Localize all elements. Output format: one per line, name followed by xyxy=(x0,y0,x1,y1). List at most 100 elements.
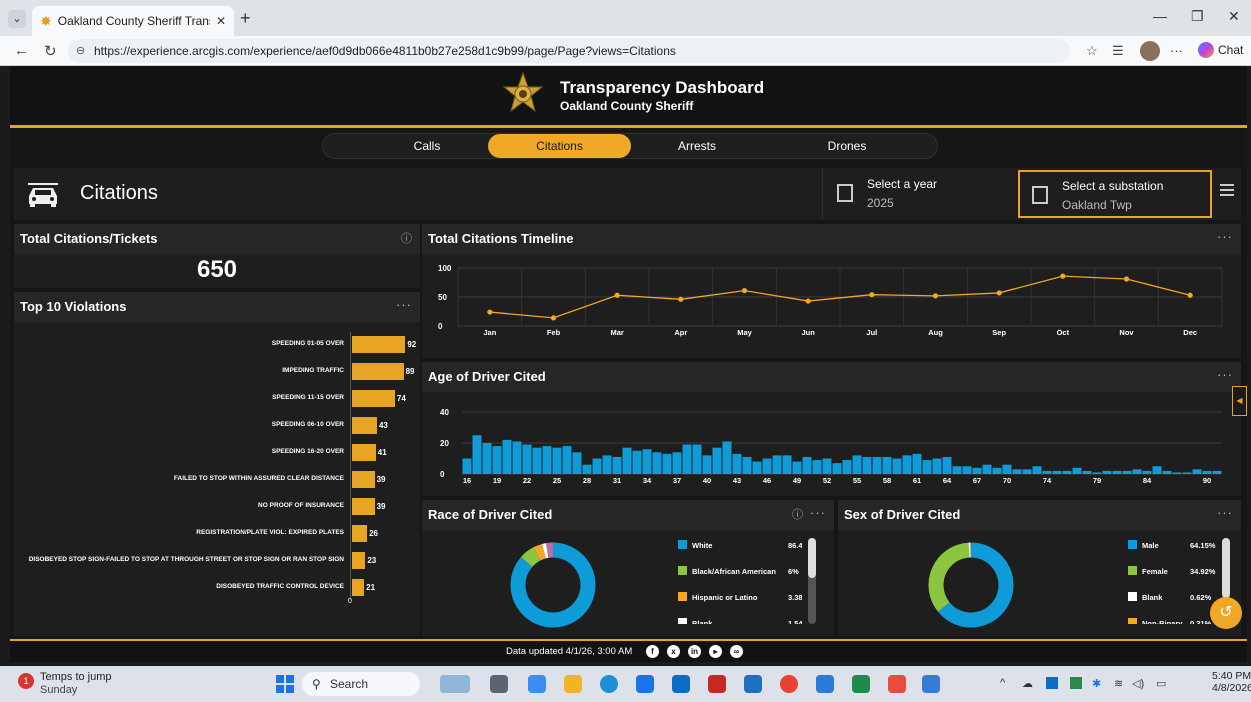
new-tab-icon[interactable]: + xyxy=(240,8,251,29)
violation-bar[interactable] xyxy=(352,390,395,407)
store-icon[interactable] xyxy=(636,675,654,693)
file-explorer-icon[interactable] xyxy=(564,675,582,693)
tab-actions-icon[interactable]: ⌄ xyxy=(8,10,26,28)
violation-bar[interactable] xyxy=(352,444,376,461)
race-scroll-thumb[interactable] xyxy=(808,538,816,578)
citations-timeline-header: Total Citations Timeline ··· xyxy=(422,224,1241,254)
facebook-icon[interactable]: f xyxy=(646,645,659,658)
volume-icon[interactable]: ◁) xyxy=(1132,677,1144,690)
widgets-icon[interactable] xyxy=(440,675,470,693)
citations-timeline-panel: Total Citations Timeline ··· 0 50 100 Jan Fe… xyxy=(422,224,1241,358)
y-tick-label: 100 xyxy=(438,264,452,273)
violation-bar[interactable] xyxy=(352,579,365,596)
tray-app-icon[interactable] xyxy=(1070,677,1082,689)
tab-arrests[interactable]: Arrests xyxy=(653,134,741,158)
sex-scroll-thumb[interactable] xyxy=(1222,538,1230,598)
age-bar xyxy=(852,455,862,474)
info-icon[interactable]: ⓘ xyxy=(401,224,412,254)
age-bar xyxy=(582,464,592,474)
taskbar-search[interactable]: ⚲ Search xyxy=(302,672,420,696)
bluetooth-icon[interactable]: ✱ xyxy=(1092,677,1101,690)
tab-calls[interactable]: Calls xyxy=(383,134,471,158)
mcafee-icon[interactable] xyxy=(708,675,726,693)
favorites-list-icon[interactable]: ☰ xyxy=(1112,43,1124,59)
legend-item[interactable]: Hispanic or Latino 3.38% xyxy=(678,592,802,604)
wifi-icon[interactable]: ≋ xyxy=(1114,677,1123,690)
x-tick-label: 84 xyxy=(1143,476,1152,485)
age-bar xyxy=(1092,472,1102,474)
dell-icon[interactable] xyxy=(672,675,690,693)
close-tab-icon[interactable]: ✕ xyxy=(216,14,226,28)
link-icon[interactable]: ∞ xyxy=(730,645,743,658)
close-window-icon[interactable]: ✕ xyxy=(1228,8,1240,25)
profile-avatar[interactable] xyxy=(1140,41,1160,61)
legend-swatch xyxy=(678,592,687,601)
back-icon[interactable]: ← xyxy=(14,42,29,59)
top-violations-title: Top 10 Violations xyxy=(20,299,127,314)
linkedin-icon[interactable]: in xyxy=(688,645,701,658)
task-view-icon[interactable] xyxy=(490,675,508,693)
more-options-icon[interactable]: ··· xyxy=(1217,360,1233,390)
more-options-icon[interactable]: ··· xyxy=(1217,498,1233,528)
substation-selector[interactable]: Select a substation Oakland Twp xyxy=(1018,170,1212,218)
legend-item[interactable]: Blank 1.54% xyxy=(678,618,802,624)
app-icon[interactable] xyxy=(816,675,834,693)
copilot-app-icon[interactable] xyxy=(528,675,546,693)
sex-legend: Male 64.15% Female 34.92% Blank 0.62% Non-Bina… xyxy=(838,500,1218,624)
battery-icon[interactable]: ▭ xyxy=(1156,677,1166,690)
app2-icon[interactable] xyxy=(888,675,906,693)
violation-bar[interactable] xyxy=(352,552,366,569)
x-tick-label: 55 xyxy=(853,476,861,485)
legend-item[interactable]: Male 64.15% xyxy=(1128,540,1218,552)
legend-item[interactable]: Non-Binary 0.31% xyxy=(1128,618,1218,624)
violation-bar[interactable] xyxy=(352,417,377,434)
chrome-icon[interactable] xyxy=(780,675,798,693)
more-options-icon[interactable]: ··· xyxy=(396,290,412,320)
refresh-dashboard-button[interactable]: ↺ xyxy=(1210,597,1242,629)
race-legend-scrollbar[interactable] xyxy=(808,538,816,624)
violation-bar[interactable] xyxy=(352,498,375,515)
tab-citations[interactable]: Citations xyxy=(488,134,631,158)
youtube-icon[interactable]: ▸ xyxy=(709,645,722,658)
legend-item[interactable]: Black/African American 6% xyxy=(678,566,802,578)
menu-icon[interactable] xyxy=(1220,184,1234,196)
minimize-icon[interactable]: — xyxy=(1153,8,1167,24)
onedrive-icon[interactable]: ☁ xyxy=(1022,677,1033,690)
age-bar xyxy=(1212,470,1222,474)
age-bar xyxy=(802,456,812,474)
show-hidden-icons[interactable]: ^ xyxy=(1000,677,1005,689)
side-panel-toggle-icon[interactable]: ◀ xyxy=(1232,386,1247,416)
violation-bar[interactable] xyxy=(352,336,406,353)
copilot-chat-button[interactable]: Chat xyxy=(1198,42,1243,58)
more-options-icon[interactable]: ··· xyxy=(1170,43,1183,58)
legend-item[interactable]: Female 34.92% xyxy=(1128,566,1218,578)
mail-icon[interactable] xyxy=(744,675,762,693)
taskbar-clock[interactable]: 5:40 PM 4/8/2026 xyxy=(1212,670,1251,694)
data-point xyxy=(614,292,620,298)
legend-item[interactable]: White 86.46% xyxy=(678,540,802,552)
age-bar xyxy=(992,467,1002,474)
violation-bar[interactable] xyxy=(352,363,404,380)
violation-bar[interactable] xyxy=(352,471,375,488)
windows-start-icon[interactable] xyxy=(276,675,294,693)
excel-icon[interactable] xyxy=(852,675,870,693)
url-field[interactable]: ⊖ https://experience.arcgis.com/experien… xyxy=(68,39,1070,63)
site-info-icon[interactable]: ⊖ xyxy=(76,39,85,63)
age-bar xyxy=(722,441,732,474)
x-twitter-icon[interactable]: x xyxy=(667,645,680,658)
edge-icon[interactable] xyxy=(600,675,618,693)
violation-label: SPEEDING 06-10 OVER xyxy=(271,421,344,428)
more-options-icon[interactable]: ··· xyxy=(810,498,826,528)
maximize-icon[interactable]: ❐ xyxy=(1191,8,1204,25)
tab-drones[interactable]: Drones xyxy=(803,134,891,158)
browser-tab[interactable]: ✸ Oakland County Sheriff Transparen ✕ xyxy=(32,6,234,36)
app3-icon[interactable] xyxy=(922,675,940,693)
legend-item[interactable]: Blank 0.62% xyxy=(1128,592,1218,604)
dell-tray-icon[interactable] xyxy=(1046,677,1058,689)
violation-bar[interactable] xyxy=(352,525,368,542)
violation-value: 39 xyxy=(376,475,386,484)
more-options-icon[interactable]: ··· xyxy=(1217,222,1233,252)
refresh-icon[interactable]: ↻ xyxy=(44,42,57,60)
year-selector[interactable]: Select a year 2025 xyxy=(822,168,1012,220)
favorite-star-icon[interactable]: ☆ xyxy=(1086,43,1098,59)
